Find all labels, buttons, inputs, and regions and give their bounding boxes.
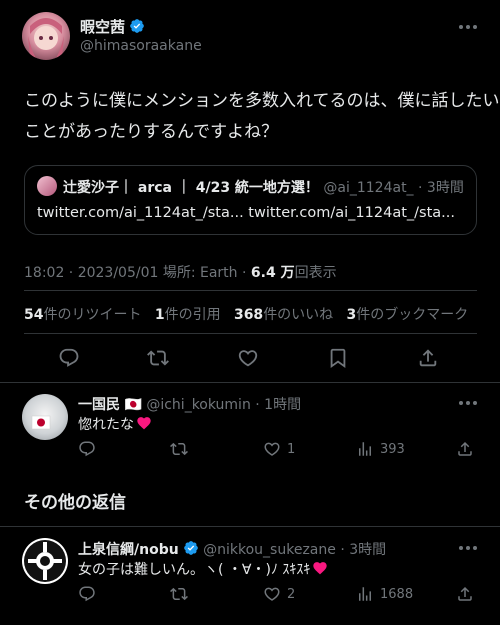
likes-stat[interactable]: 368件のいいね [234,307,333,323]
reply-text: 女の子は難しいん。ヽ( ・∀・)ﾉ ｽｷｽｷ [78,559,328,579]
tweet-meta: 18:02 · 2023/05/01 場所: Earth · 6.4 万回表示 [24,262,337,282]
display-name[interactable]: 上泉信綱/nobu [78,542,179,558]
retweet-icon[interactable] [170,585,188,607]
more-options-icon[interactable] [459,401,477,405]
more-options-icon[interactable] [459,546,477,550]
avatar[interactable] [22,12,70,60]
reply-icon[interactable] [78,585,96,607]
more-options-icon[interactable] [459,25,477,29]
avatar-art-icon [28,18,64,58]
reply-header: 上泉信綱/nobu @nikkou_sukezane · 3時間 [78,539,386,559]
share-icon[interactable] [456,585,474,607]
quote-header: 辻愛沙子｜ arca ｜ 4/23 統一地方選！ @ai_1124at_ · 3… [63,177,464,197]
tweet-timestamp[interactable]: 18:02 · 2023/05/01 場所: Earth · [24,265,251,281]
handle[interactable]: @himasoraakane [80,38,202,54]
section-title: その他の返信 [24,493,126,513]
display-name[interactable]: 暇空茜 [80,16,145,37]
views-button[interactable]: 393 [356,440,405,458]
display-name[interactable]: 一国民 [78,397,120,413]
view-count: 393 [380,441,405,457]
like-icon[interactable] [237,347,259,369]
view-count: 6.4 万 [250,265,295,281]
views-icon[interactable] [356,585,374,603]
reply-header: 一国民 🇯🇵 @ichi_kokumin · 1時間 [78,394,301,414]
avatar[interactable] [22,394,68,440]
views-button[interactable]: 1688 [356,585,413,603]
quote-card[interactable]: 辻愛沙子｜ arca ｜ 4/23 統一地方選！ @ai_1124at_ · 3… [24,165,477,235]
retweets-stat[interactable]: 54件のリツイート [24,307,141,323]
bookmarks-count: 3 [346,307,357,323]
tweet-stats: 54件のリツイート 1件の引用 368件のいいね 3件のブックマーク [24,304,468,324]
avatar[interactable] [22,538,68,584]
reply-time[interactable]: · 3時間 [340,542,386,558]
handle[interactable]: @nikkou_sukezane [203,542,336,558]
reply-time[interactable]: · 1時間 [255,397,301,413]
like-icon[interactable] [263,440,281,458]
reply-actions: 1 393 [78,440,478,460]
quote-author-name: 辻愛沙子｜ arca ｜ 4/23 統一地方選！ [63,180,319,196]
japan-flag-icon: 🇯🇵 [124,397,142,413]
tweet-text-line: このように僕にメンションを多数入れてるのは、僕に話したい [24,91,500,111]
quotes-count: 1 [154,307,165,323]
like-count: 1 [287,441,296,457]
reply-text: 惚れたな [78,414,152,434]
share-icon[interactable] [417,347,439,369]
reply-icon[interactable] [78,440,96,462]
share-icon[interactable] [456,440,474,462]
bookmarks-label: 件のブックマーク [356,307,469,323]
view-count-label: 回表示 [294,265,337,281]
like-icon[interactable] [263,585,281,603]
divider [24,333,477,334]
retweet-icon[interactable] [170,440,188,462]
like-count: 2 [287,586,296,602]
flag-avatar-icon [31,415,51,430]
divider [24,290,477,291]
verified-badge-icon [183,541,198,555]
reply-icon[interactable] [58,347,80,369]
likes-label: 件のいいね [263,307,334,323]
heart-emoji-icon [137,417,151,430]
crest-avatar-icon [24,540,66,582]
retweets-label: 件のリツイート [43,307,142,323]
reply-text-content: 惚れたな [78,417,134,433]
bookmark-icon[interactable] [327,347,349,369]
view-count: 1688 [380,586,414,602]
like-button[interactable]: 1 [263,440,295,458]
like-button[interactable]: 2 [263,585,295,603]
quotes-stat[interactable]: 1件の引用 [155,307,221,323]
tweet-text: このように僕にメンションを多数入れてるのは、僕に話したい ことがあったりするんで… [24,86,500,148]
display-name-text[interactable]: 暇空茜 [80,18,125,36]
handle[interactable]: @ichi_kokumin [146,397,250,413]
heart-emoji-icon [313,562,328,575]
quote-time: · 3時間 [418,180,464,196]
likes-count: 368 [233,307,264,323]
quote-text[interactable]: twitter.com/ai_1124at_/sta... twitter.co… [37,205,455,221]
divider [0,382,500,383]
quotes-label: 件の引用 [164,307,221,323]
reply-text-content: 女の子は難しいん。ヽ( ・∀・)ﾉ ｽｷｽｷ [78,562,311,578]
quote-avatar [37,176,57,196]
retweet-icon[interactable] [147,347,169,369]
verified-badge-icon [130,19,144,33]
retweets-count: 54 [24,307,44,323]
tweet-text-line: ことがあったりするんですよね？ [24,122,279,142]
views-icon[interactable] [356,440,374,458]
reply-actions: 2 1688 [78,585,478,605]
bookmarks-stat[interactable]: 3件のブックマーク [347,307,469,323]
divider [0,526,500,527]
quote-handle: @ai_1124at_ [323,180,414,196]
